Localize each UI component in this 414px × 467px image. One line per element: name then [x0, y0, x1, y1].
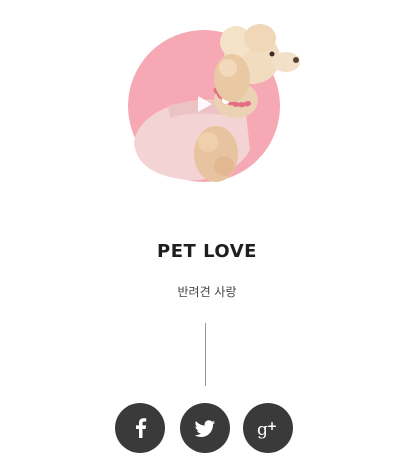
twitter-button[interactable]	[180, 403, 230, 453]
avatar[interactable]	[128, 22, 300, 182]
page-title: PET LOVE	[157, 241, 257, 262]
twitter-icon	[194, 420, 215, 437]
google-plus-button[interactable]: g +	[243, 403, 293, 453]
profile-card: PET LOVE 반려견 사랑 g +	[0, 0, 414, 467]
google-plus-icon: g +	[257, 419, 277, 440]
facebook-icon	[136, 418, 147, 438]
svg-text:+: +	[267, 419, 277, 433]
facebook-button[interactable]	[115, 403, 165, 453]
vertical-divider	[205, 323, 206, 386]
page-subtitle: 반려견 사랑	[177, 285, 237, 299]
poodle-photo-icon	[128, 24, 300, 182]
social-links: g +	[0, 403, 414, 455]
play-icon[interactable]	[197, 95, 213, 113]
